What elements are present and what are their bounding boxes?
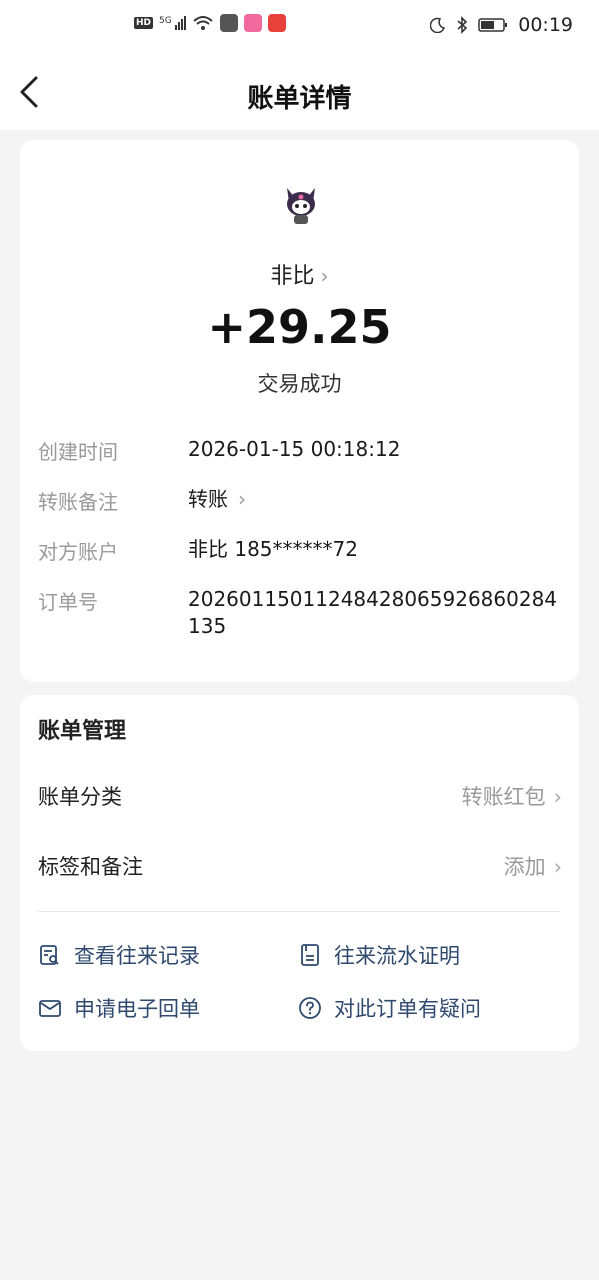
status-right-icons: 00:19 [430, 14, 573, 36]
signal-type-label: 5G [159, 16, 172, 26]
statement-icon [301, 944, 319, 966]
order-question-button[interactable]: 对此订单有疑问 [298, 993, 481, 1023]
bill-category-label: 账单分类 [38, 785, 122, 809]
chevron-right-icon: › [320, 264, 329, 288]
transaction-amount: +29.25 [207, 300, 392, 354]
page-title: 账单详情 [247, 84, 352, 114]
detail-label: 订单号 [38, 590, 98, 614]
chevron-right-icon: › [553, 855, 562, 879]
tags-notes-label: 标签和备注 [38, 855, 143, 879]
hd-icon: HD [134, 17, 154, 29]
tags-notes-row[interactable]: 标签和备注 添加 › [38, 845, 562, 885]
detail-value: 20260115011248428065926860284135 [188, 587, 558, 638]
view-history-label: 查看往来记录 [74, 944, 200, 968]
statement-proof-button[interactable]: 往来流水证明 [298, 940, 460, 970]
question-icon [299, 997, 321, 1019]
detail-label: 转账备注 [38, 490, 118, 514]
detail-value: 非比 185******72 [188, 537, 358, 561]
request-receipt-label: 申请电子回单 [74, 997, 200, 1021]
tags-notes-value-wrap: 添加 › [504, 851, 562, 881]
nav-bar: 账单详情 [0, 52, 599, 130]
view-history-button[interactable]: 查看往来记录 [38, 940, 200, 970]
statement-proof-label: 往来流水证明 [334, 944, 460, 968]
detail-row-counterparty: 对方账户 非比 185******72 [38, 536, 558, 566]
battery-icon [478, 18, 508, 32]
bill-category-row[interactable]: 账单分类 转账红包 › [38, 775, 562, 815]
moon-icon [430, 17, 446, 33]
bill-category-value-wrap: 转账红包 › [462, 781, 562, 811]
wifi-icon [193, 16, 213, 30]
app-notification-icon [243, 14, 262, 32]
transaction-status: 交易成功 [257, 372, 342, 396]
bill-management-card: 账单管理 账单分类 转账红包 › 标签和备注 添加 › 查看往来记录 往来流水证明 [20, 695, 579, 1051]
divider [38, 911, 560, 912]
clock: 00:19 [518, 14, 573, 36]
detail-row-created-time: 创建时间 2026-01-15 00:18:12 [38, 436, 558, 466]
payee-name: 非比 [270, 264, 315, 289]
payee-name-link[interactable]: 非比 › [20, 258, 579, 290]
detail-value: 转账 [188, 487, 228, 511]
chevron-right-icon: › [553, 785, 562, 809]
avatar[interactable] [281, 184, 321, 226]
bill-category-value: 转账红包 [461, 785, 546, 809]
envelope-icon [39, 1000, 61, 1017]
document-search-icon [40, 945, 59, 965]
detail-label: 创建时间 [38, 440, 118, 464]
order-question-label: 对此订单有疑问 [334, 997, 481, 1021]
status-bar: HD 5G 00:19 [0, 0, 599, 52]
status-left-icons: HD 5G [134, 14, 286, 32]
detail-value: 2026-01-15 00:18:12 [188, 437, 401, 461]
bluetooth-icon [457, 16, 468, 34]
detail-label: 对方账户 [38, 540, 118, 564]
section-title: 账单管理 [38, 719, 127, 744]
detail-row-order-number: 订单号 20260115011248428065926860284135 [38, 586, 558, 646]
request-receipt-button[interactable]: 申请电子回单 [38, 993, 200, 1023]
shield-app-icon [219, 14, 238, 32]
detail-row-transfer-note[interactable]: 转账备注 转账 › [38, 486, 558, 516]
tags-notes-value: 添加 [503, 855, 546, 879]
transaction-card: 非比 › +29.25 交易成功 创建时间 2026-01-15 00:18:12… [20, 140, 579, 682]
red-app-icon [267, 14, 286, 32]
detail-value-wrap: 转账 › [188, 486, 558, 513]
chevron-right-icon: › [238, 487, 246, 511]
signal-icon: 5G [159, 16, 186, 30]
